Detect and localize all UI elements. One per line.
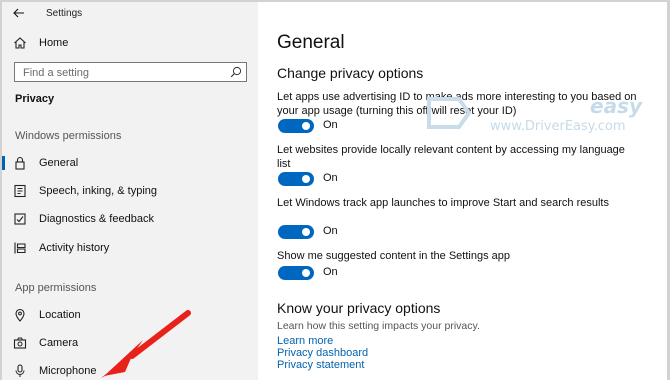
red-arrow-annotation [101,310,191,378]
